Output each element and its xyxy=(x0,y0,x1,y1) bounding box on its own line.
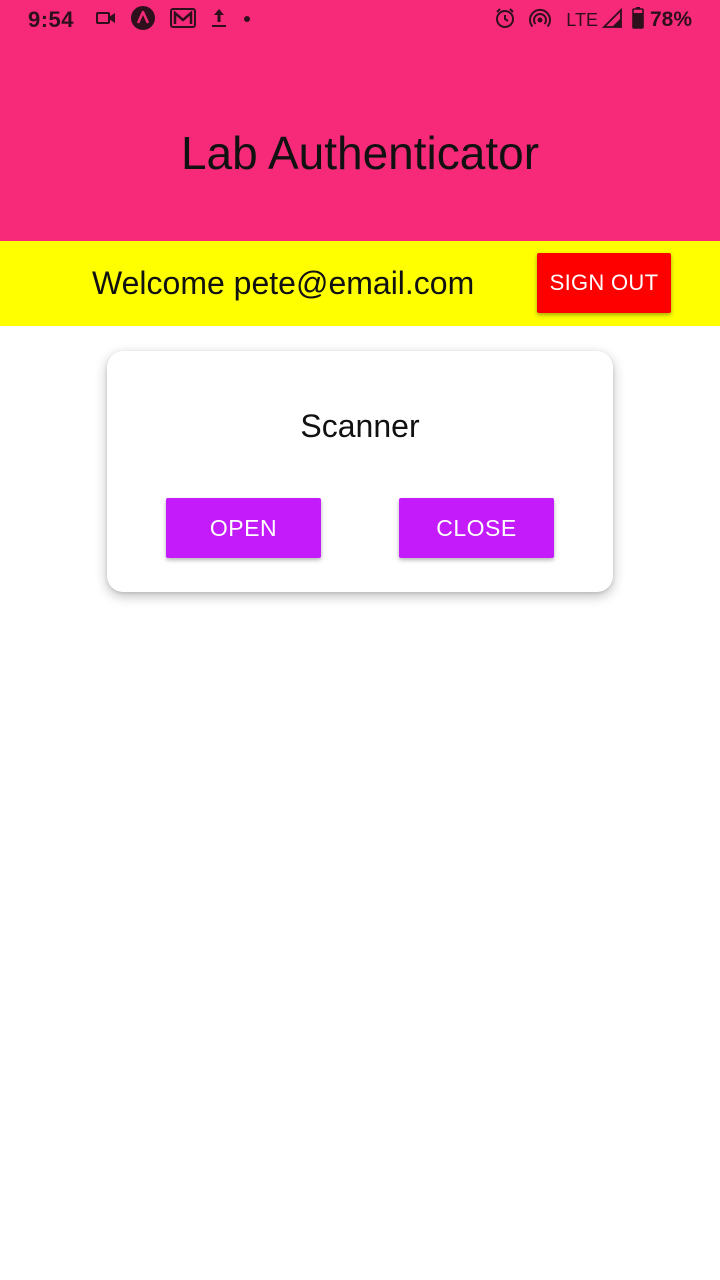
status-right: LTE 78% xyxy=(494,6,692,34)
status-time: 9:54 xyxy=(28,7,75,32)
scanner-card: Scanner OPEN CLOSE xyxy=(107,351,613,592)
close-button[interactable]: CLOSE xyxy=(399,498,554,558)
alarm-icon xyxy=(494,7,516,34)
app-circle-icon xyxy=(130,5,156,36)
app-screen: 9:54 LTE 78% Lab Authenticator Welcome p… xyxy=(0,0,720,1280)
app-title: Lab Authenticator xyxy=(180,127,540,179)
dot-icon xyxy=(242,11,252,29)
app-header: 9:54 LTE 78% Lab Authenticator xyxy=(0,0,720,241)
welcome-banner: Welcome pete@email.com SIGN OUT xyxy=(0,241,720,326)
status-bar: 9:54 LTE 78% xyxy=(0,0,720,40)
sign-out-button[interactable]: SIGN OUT xyxy=(537,253,671,313)
signal-icon xyxy=(601,7,622,33)
network-type-label: LTE xyxy=(566,9,598,30)
battery-percentage: 78% xyxy=(649,8,692,31)
gmail-icon xyxy=(170,7,197,34)
scanner-title: Scanner xyxy=(300,408,420,444)
battery-icon xyxy=(632,6,644,34)
hotspot-icon xyxy=(528,7,552,34)
status-left: 9:54 xyxy=(28,5,266,36)
upload-icon xyxy=(210,7,228,34)
welcome-text: Welcome pete@email.com xyxy=(92,265,475,301)
video-camera-icon xyxy=(96,10,116,31)
open-button[interactable]: OPEN xyxy=(166,498,321,558)
